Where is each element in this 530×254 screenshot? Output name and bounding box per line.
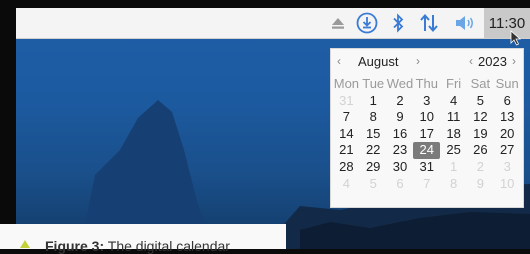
calendar-popup: ‹ August › ‹ 2023 › Mon Tue Wed Thu Fri Sat Su… xyxy=(330,48,524,208)
caption-text: The digital calendar xyxy=(107,238,230,254)
calendar-day-grid: Mon Tue Wed Thu Fri Sat Sun 31 1 2 3 4 5 6 7 8 9 10 11 12 13… xyxy=(333,76,521,192)
calendar-day[interactable]: 20 xyxy=(494,126,521,143)
calendar-day-today[interactable]: 24 xyxy=(413,142,441,159)
calendar-day-other-month[interactable]: 3 xyxy=(494,159,521,176)
weekday-header: Fri xyxy=(446,76,462,91)
prev-year-button[interactable]: ‹ xyxy=(469,54,473,68)
clock-button[interactable]: 11:30 xyxy=(484,8,530,38)
calendar-day[interactable]: 17 xyxy=(413,126,440,143)
calendar-day[interactable]: 2 xyxy=(387,93,414,110)
weekday-header: Wed xyxy=(386,76,414,91)
calendar-day-other-month[interactable]: 8 xyxy=(440,176,467,193)
calendar-day[interactable]: 3 xyxy=(413,93,440,110)
calendar-day[interactable]: 15 xyxy=(360,126,387,143)
weekday-header: Sun xyxy=(495,76,519,91)
calendar-day[interactable]: 14 xyxy=(333,126,360,143)
calendar-day[interactable]: 16 xyxy=(387,126,414,143)
screen-bezel-left xyxy=(0,0,16,249)
calendar-day[interactable]: 11 xyxy=(440,109,467,126)
calendar-day[interactable]: 7 xyxy=(333,109,360,126)
year-label: 2023 xyxy=(478,54,507,69)
calendar-day[interactable]: 22 xyxy=(360,142,387,159)
calendar-day-other-month[interactable]: 5 xyxy=(360,176,387,193)
calendar-day[interactable]: 4 xyxy=(440,93,467,110)
calendar-day[interactable]: 31 xyxy=(413,159,440,176)
calendar-day[interactable]: 8 xyxy=(360,109,387,126)
calendar-day-other-month[interactable]: 31 xyxy=(333,93,360,110)
weekday-header: Sat xyxy=(470,76,491,91)
volume-icon[interactable] xyxy=(452,8,478,38)
prev-month-button[interactable]: ‹ xyxy=(337,54,341,68)
calendar-day[interactable]: 29 xyxy=(360,159,387,176)
calendar-day[interactable]: 18 xyxy=(440,126,467,143)
calendar-day[interactable]: 10 xyxy=(413,109,440,126)
mouse-cursor-icon xyxy=(510,30,522,50)
calendar-day[interactable]: 13 xyxy=(494,109,521,126)
calendar-day-other-month[interactable]: 1 xyxy=(440,159,467,176)
calendar-day[interactable]: 5 xyxy=(467,93,494,110)
calendar-day-other-month[interactable]: 2 xyxy=(467,159,494,176)
calendar-day[interactable]: 30 xyxy=(387,159,414,176)
month-label: August xyxy=(358,54,399,69)
download-icon[interactable] xyxy=(353,8,381,38)
calendar-day[interactable]: 12 xyxy=(467,109,494,126)
calendar-day[interactable]: 6 xyxy=(494,93,521,110)
calendar-day-other-month[interactable]: 7 xyxy=(413,176,440,193)
calendar-day[interactable]: 1 xyxy=(360,93,387,110)
calendar-day[interactable]: 23 xyxy=(387,142,414,159)
weekday-header: Thu xyxy=(415,76,438,91)
calendar-day[interactable]: 19 xyxy=(467,126,494,143)
calendar-day-other-month[interactable]: 6 xyxy=(387,176,414,193)
bluetooth-icon[interactable] xyxy=(388,8,408,38)
calendar-day[interactable]: 26 xyxy=(467,142,494,159)
eject-icon[interactable] xyxy=(326,8,350,38)
calendar-day-other-month[interactable]: 4 xyxy=(333,176,360,193)
calendar-day[interactable]: 28 xyxy=(333,159,360,176)
figure-caption: Figure 3: The digital calendar xyxy=(0,224,286,254)
calendar-day[interactable]: 9 xyxy=(387,109,414,126)
weekday-header: Tue xyxy=(362,76,385,91)
triangle-bullet-icon xyxy=(20,240,30,248)
calendar-day[interactable]: 25 xyxy=(440,142,467,159)
calendar-day[interactable]: 21 xyxy=(333,142,360,159)
weekday-header: Mon xyxy=(333,76,360,91)
calendar-header: ‹ August › ‹ 2023 › xyxy=(331,51,523,73)
next-month-button[interactable]: › xyxy=(416,54,420,68)
screen-bezel-top xyxy=(0,0,530,8)
calendar-day-other-month[interactable]: 9 xyxy=(467,176,494,193)
calendar-day[interactable]: 27 xyxy=(494,142,521,159)
next-year-button[interactable]: › xyxy=(512,54,516,68)
calendar-day-other-month[interactable]: 10 xyxy=(494,176,521,193)
network-updown-icon[interactable] xyxy=(416,8,442,38)
caption-label: Figure 3: xyxy=(45,238,105,254)
